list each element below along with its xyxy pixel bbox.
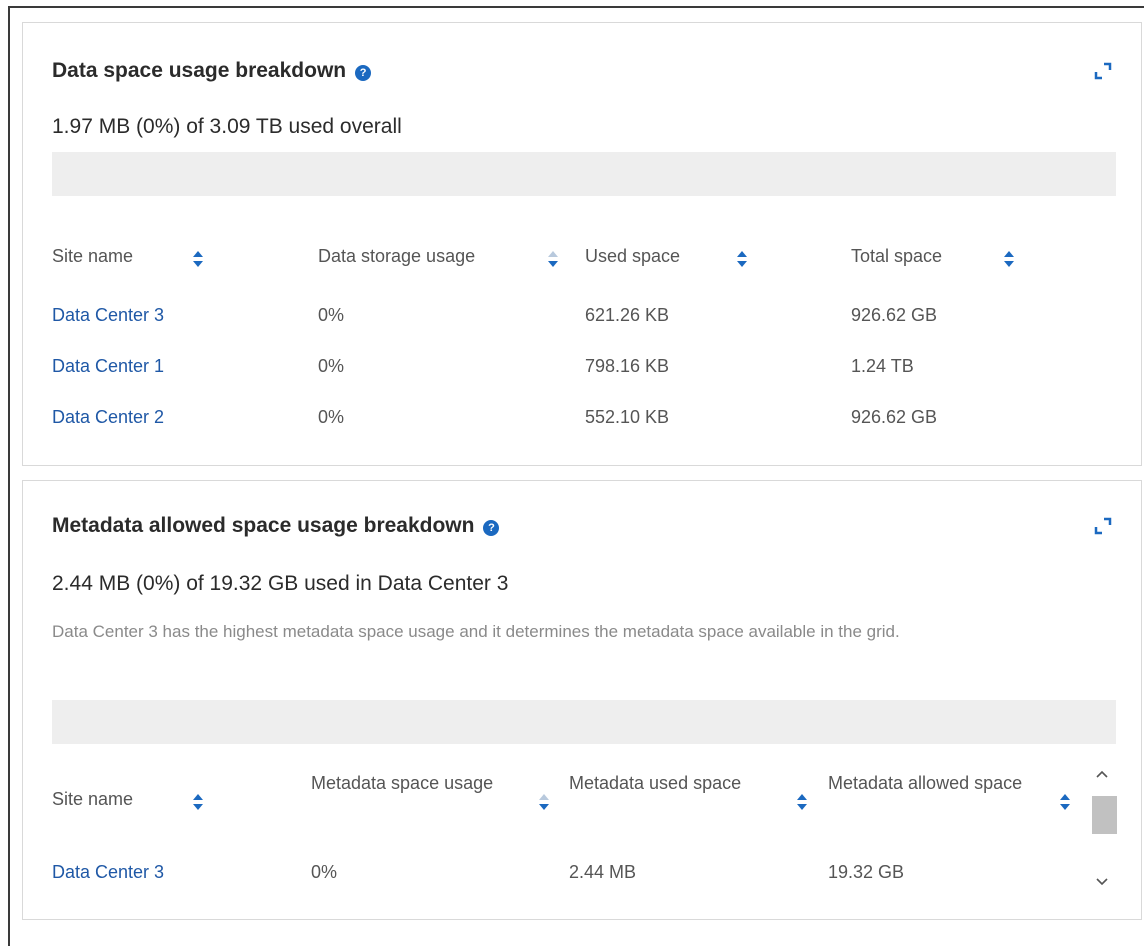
sort-icon[interactable] [547, 250, 559, 268]
data-space-title: Data space usage breakdown ? [52, 59, 372, 83]
data-space-summary: 1.97 MB (0%) of 3.09 TB used overall [52, 115, 402, 138]
column-header-label: Total space [851, 246, 943, 266]
sort-icon[interactable] [1059, 793, 1071, 811]
site-link[interactable]: Data Center 3 [52, 305, 164, 326]
data-space-usage-bar [52, 152, 1116, 196]
column-header-label: Site name [52, 789, 134, 809]
column-header-metadata-allowed-space[interactable]: Metadata allowed space [828, 765, 1028, 801]
metadata-space-usage-bar [52, 700, 1116, 744]
site-link[interactable]: Data Center 2 [52, 407, 164, 428]
total-space-value: 1.24 TB [851, 356, 914, 376]
data-storage-usage-value: 0% [318, 305, 345, 325]
column-header-site-name[interactable]: Site name [52, 246, 133, 267]
site-link[interactable]: Data Center 1 [52, 356, 164, 377]
column-header-label: Metadata allowed space [828, 773, 1023, 793]
question-circle-icon[interactable]: ? [483, 519, 500, 536]
metadata-space-title: Metadata allowed space usage breakdown ? [52, 514, 500, 538]
sort-icon[interactable] [1003, 250, 1015, 268]
column-header-label: Metadata used space [569, 773, 742, 793]
metadata-space-note: Data Center 3 has the highest metadata s… [52, 622, 900, 641]
total-space-value: 926.62 GB [851, 305, 938, 325]
used-space-value: 798.16 KB [585, 356, 670, 376]
sort-icon[interactable] [538, 793, 550, 811]
sort-icon[interactable] [796, 793, 808, 811]
scrollbar-thumb[interactable] [1092, 796, 1117, 834]
expand-icon[interactable] [1092, 60, 1114, 82]
data-space-title-text: Data space usage breakdown [52, 59, 347, 82]
metadata-space-summary: 2.44 MB (0%) of 19.32 GB used in Data Ce… [52, 572, 509, 595]
question-circle-icon[interactable]: ? [355, 64, 372, 81]
metadata-allowed-space-value: 19.32 GB [828, 862, 905, 882]
sort-icon[interactable] [192, 793, 204, 811]
column-header-label: Data storage usage [318, 246, 476, 266]
sort-icon[interactable] [192, 250, 204, 268]
total-space-value: 926.62 GB [851, 407, 938, 427]
metadata-space-usage-value: 0% [311, 862, 338, 882]
table-scrollbar[interactable] [1087, 763, 1117, 893]
column-header-total-space[interactable]: Total space [851, 246, 942, 267]
column-header-label: Used space [585, 246, 681, 266]
expand-icon[interactable] [1092, 515, 1114, 537]
scroll-down-icon[interactable] [1095, 877, 1109, 887]
data-storage-usage-value: 0% [318, 356, 345, 376]
column-header-data-storage-usage[interactable]: Data storage usage [318, 246, 475, 267]
metadata-space-title-text: Metadata allowed space usage breakdown [52, 514, 475, 537]
metadata-used-space-value: 2.44 MB [569, 862, 637, 882]
used-space-value: 621.26 KB [585, 305, 670, 325]
scroll-up-icon[interactable] [1095, 769, 1109, 779]
data-space-usage-card: Data space usage breakdown ? 1.97 MB (0%… [22, 22, 1142, 466]
column-header-used-space[interactable]: Used space [585, 246, 680, 267]
column-header-label: Site name [52, 246, 134, 266]
sort-icon[interactable] [736, 250, 748, 268]
used-space-value: 552.10 KB [585, 407, 670, 427]
data-storage-usage-value: 0% [318, 407, 345, 427]
column-header-site-name[interactable]: Site name [52, 789, 133, 810]
column-header-metadata-used-space[interactable]: Metadata used space [569, 765, 759, 801]
metadata-space-usage-card: Metadata allowed space usage breakdown ?… [22, 480, 1142, 920]
column-header-metadata-space-usage[interactable]: Metadata space usage [311, 765, 501, 801]
column-header-label: Metadata space usage [311, 773, 494, 793]
site-link[interactable]: Data Center 3 [52, 862, 164, 883]
